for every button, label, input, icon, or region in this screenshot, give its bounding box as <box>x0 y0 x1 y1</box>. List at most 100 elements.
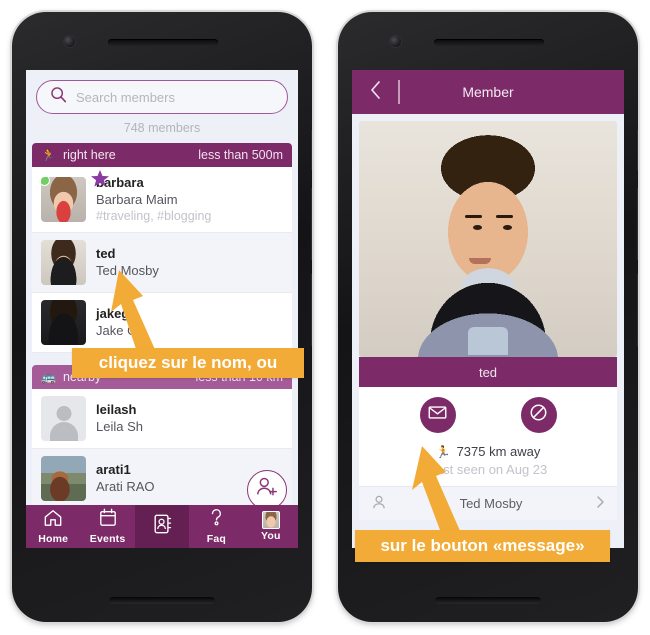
photo-detail <box>472 224 482 230</box>
group-title: right here <box>62 148 116 162</box>
list-item[interactable]: jakeg Jake G <box>32 293 292 353</box>
distance-line: 🏃 7375 km away <box>359 444 617 459</box>
tab-label: Faq <box>206 533 227 545</box>
right-screen: Member ted 🏃 7375 km away Last seen on A… <box>352 70 624 548</box>
tab-label: You <box>261 530 281 542</box>
back-button[interactable] <box>352 70 398 114</box>
member-nickname: ted <box>96 246 116 262</box>
member-fullname: Ted Mosby <box>96 263 159 279</box>
member-name-bar: ted <box>359 357 617 387</box>
left-screen: 748 members 🏃 right here less than 500m <box>26 70 298 548</box>
front-camera-icon <box>64 36 75 47</box>
envelope-icon <box>428 405 447 425</box>
front-camera-icon <box>390 36 401 47</box>
person-icon <box>371 494 387 513</box>
avatar <box>41 176 86 222</box>
app-bar: Member <box>352 70 624 114</box>
profile-photo-section <box>352 114 624 357</box>
back-chevron-icon <box>369 80 382 105</box>
add-member-button[interactable] <box>247 469 287 510</box>
action-buttons-row <box>359 397 617 433</box>
tab-label: Home <box>38 533 69 545</box>
callout-message: sur le bouton «message» <box>355 530 610 562</box>
list-item[interactable]: leilash Leila Sh <box>32 389 292 449</box>
search-icon <box>50 86 67 108</box>
power-button[interactable] <box>636 130 638 170</box>
member-fullname: Ted Mosby <box>459 496 523 511</box>
search-section <box>26 70 298 114</box>
tab-home[interactable]: Home <box>26 505 80 548</box>
home-indicator <box>435 597 541 604</box>
question-icon <box>208 508 225 532</box>
chevron-icon <box>595 495 605 512</box>
runner-icon: 🏃 <box>41 148 56 162</box>
earpiece-speaker <box>108 39 218 46</box>
member-nickname: leilash <box>96 402 137 418</box>
avatar <box>41 239 86 285</box>
callout-text: sur le bouton «message» <box>380 536 585 555</box>
photo-detail <box>468 327 508 355</box>
group-distance: less than 500m <box>198 148 283 162</box>
volume-up-button[interactable] <box>636 188 638 260</box>
group-rows-right-here: barbara Barbara Maim #traveling, #bloggi… <box>32 167 292 353</box>
phone-left-top-bezel <box>12 12 312 70</box>
power-button[interactable] <box>310 130 312 170</box>
star-badge-icon <box>90 169 298 194</box>
phone-left: 748 members 🏃 right here less than 500m <box>12 12 312 622</box>
list-item-texts: leilash Leila Sh <box>96 401 283 435</box>
photo-detail <box>464 215 482 219</box>
online-status-dot <box>41 176 50 186</box>
photo-detail <box>495 215 513 219</box>
bus-icon: 🚌 <box>41 369 56 384</box>
photo-detail <box>503 224 513 230</box>
group-header-right-here[interactable]: 🏃 right here less than 500m <box>32 143 292 167</box>
member-detail-card: 🏃 7375 km away Last seen on Aug 23 <box>359 387 617 486</box>
list-item-texts: jakeg Jake G <box>96 305 283 339</box>
member-list[interactable]: 🏃 right here less than 500m barbara Barb… <box>26 143 298 510</box>
member-nickname: jakeg <box>96 306 130 322</box>
members-count: 748 members <box>26 114 298 143</box>
search-input[interactable] <box>76 89 274 105</box>
tab-you[interactable]: You <box>244 505 298 548</box>
member-fullname-row[interactable]: Ted Mosby <box>359 486 617 520</box>
tab-faq[interactable]: Faq <box>189 505 243 548</box>
runner-icon: 🏃 <box>435 444 451 459</box>
volume-down-button[interactable] <box>310 274 312 346</box>
tab-label: Events <box>89 533 126 545</box>
callout-text: cliquez sur le nom, ou <box>98 353 278 372</box>
list-item[interactable]: barbara Barbara Maim #traveling, #bloggi… <box>32 167 292 233</box>
add-member-icon <box>255 476 279 503</box>
bottom-tab-bar: Home Events Faq You <box>26 505 298 548</box>
list-item[interactable]: ted Ted Mosby <box>32 232 292 293</box>
home-indicator <box>109 597 215 604</box>
last-seen-text: Last seen on Aug 23 <box>428 462 548 477</box>
block-button[interactable] <box>520 397 557 433</box>
calendar-icon <box>99 508 117 532</box>
avatar <box>41 395 86 441</box>
member-tags: #traveling, #blogging <box>96 209 212 224</box>
tab-events[interactable]: Events <box>80 505 134 548</box>
message-button[interactable] <box>419 397 456 433</box>
tab-members[interactable] <box>134 505 190 548</box>
list-item-texts: ted Ted Mosby <box>96 245 283 279</box>
earpiece-speaker <box>434 39 544 46</box>
screenshot-stage: 748 members 🏃 right here less than 500m <box>0 0 650 635</box>
member-name: ted <box>478 364 498 380</box>
search-bar[interactable] <box>36 80 288 114</box>
contacts-icon <box>152 513 172 540</box>
block-icon <box>529 403 548 427</box>
avatar-icon <box>261 511 280 529</box>
volume-down-button[interactable] <box>636 274 638 346</box>
member-fullname: Leila Sh <box>96 419 143 435</box>
home-icon <box>43 508 63 532</box>
callout-name: cliquez sur le nom, ou <box>72 348 304 378</box>
distance-text: 7375 km away <box>456 444 541 459</box>
profile-photo[interactable] <box>359 121 617 357</box>
avatar <box>41 455 86 501</box>
app-bar-divider <box>398 80 400 104</box>
volume-up-button[interactable] <box>310 188 312 260</box>
avatar <box>41 299 86 345</box>
photo-detail <box>469 257 492 264</box>
phone-right-top-bezel <box>338 12 638 70</box>
list-item[interactable]: arati1 Arati RAO <box>32 448 292 510</box>
